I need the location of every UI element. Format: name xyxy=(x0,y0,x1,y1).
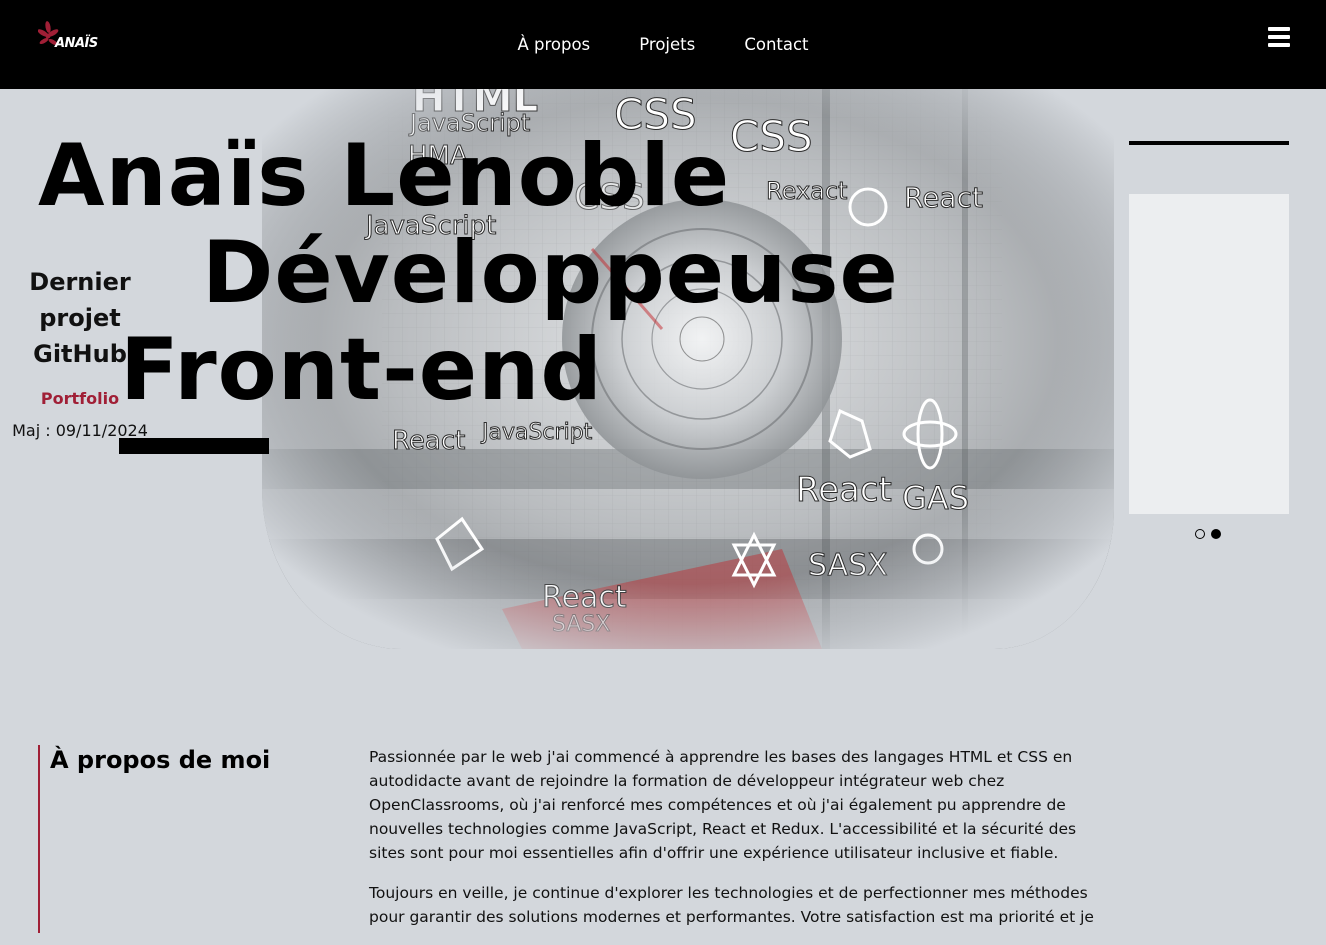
site-header: ANAÏS À propos Projets Contact xyxy=(0,0,1326,89)
card-title-line-2: projet xyxy=(39,304,121,332)
hero-title: Anaïs Lenoble Développeuse Front-end xyxy=(38,128,899,419)
nav-link-contact[interactable]: Contact xyxy=(744,33,808,57)
hero-title-specialty: Front-end xyxy=(120,320,603,420)
card-update-date: Maj : 09/11/2024 xyxy=(12,421,148,440)
about-paragraph-1: Passionnée par le web j'ai commencé à ap… xyxy=(369,748,1077,862)
about-heading: À propos de moi xyxy=(50,746,271,774)
hero-title-name: Anaïs Lenoble xyxy=(38,126,731,226)
carousel-dots xyxy=(1194,528,1224,540)
hero-title-role: Développeuse xyxy=(202,223,899,323)
card-title-line-3: GitHub xyxy=(33,340,127,368)
nav-link-a-propos[interactable]: À propos xyxy=(517,33,590,57)
card-portfolio-link[interactable]: Portfolio xyxy=(0,389,160,408)
card-top-line xyxy=(1129,141,1289,145)
about-paragraph-2: Toujours en veille, je continue d'explor… xyxy=(369,884,1094,926)
about-text: Passionnée par le web j'ai commencé à ap… xyxy=(369,745,1099,945)
main-nav: À propos Projets Contact xyxy=(0,33,1326,57)
carousel-dot-1[interactable] xyxy=(1195,529,1205,539)
hamburger-menu-icon[interactable] xyxy=(1268,27,1290,47)
nav-link-projets[interactable]: Projets xyxy=(639,33,695,57)
latest-project-card xyxy=(1129,194,1289,514)
card-title: Dernier projet GitHub xyxy=(0,264,160,372)
hero-underline-bar xyxy=(119,438,269,454)
about-accent-rule xyxy=(38,745,40,933)
card-title-line-1: Dernier xyxy=(29,268,131,296)
carousel-dot-2-active[interactable] xyxy=(1211,529,1221,539)
